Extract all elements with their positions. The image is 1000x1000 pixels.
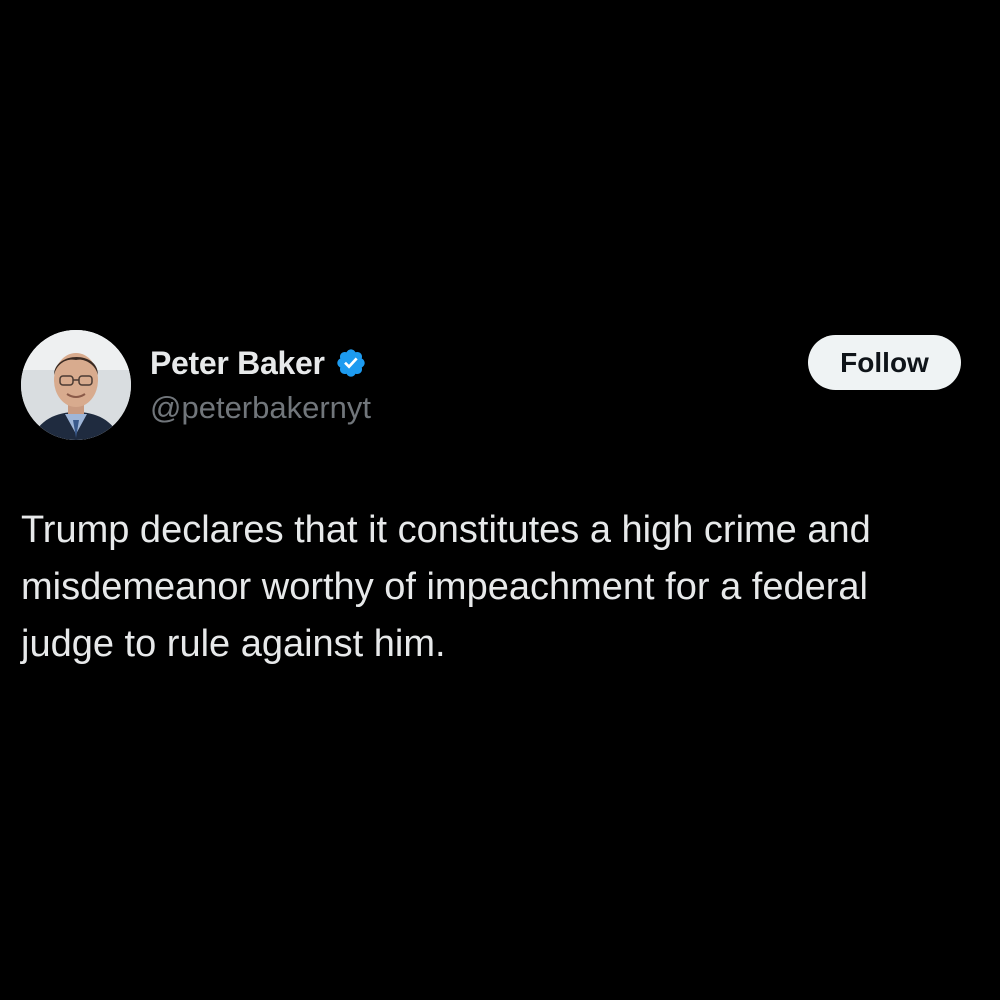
avatar-photo <box>21 330 131 440</box>
post-text: Trump declares that it constitutes a hig… <box>21 502 986 673</box>
follow-button[interactable]: Follow <box>808 335 961 390</box>
post-card: Peter Baker @peterbakernyt Follow Trump … <box>0 0 1000 1000</box>
verified-badge-icon <box>335 347 367 379</box>
post-text-line: Trump declares that it constitutes a hig… <box>21 509 871 551</box>
post-text-line: misdemeanor worthy of impeachment for a … <box>21 566 868 608</box>
author-name-row: Peter Baker <box>150 343 367 383</box>
author-display-name[interactable]: Peter Baker <box>150 345 325 382</box>
author-handle[interactable]: @peterbakernyt <box>150 390 371 426</box>
post-text-line: judge to rule against him. <box>21 623 446 665</box>
author-avatar[interactable] <box>21 330 131 440</box>
